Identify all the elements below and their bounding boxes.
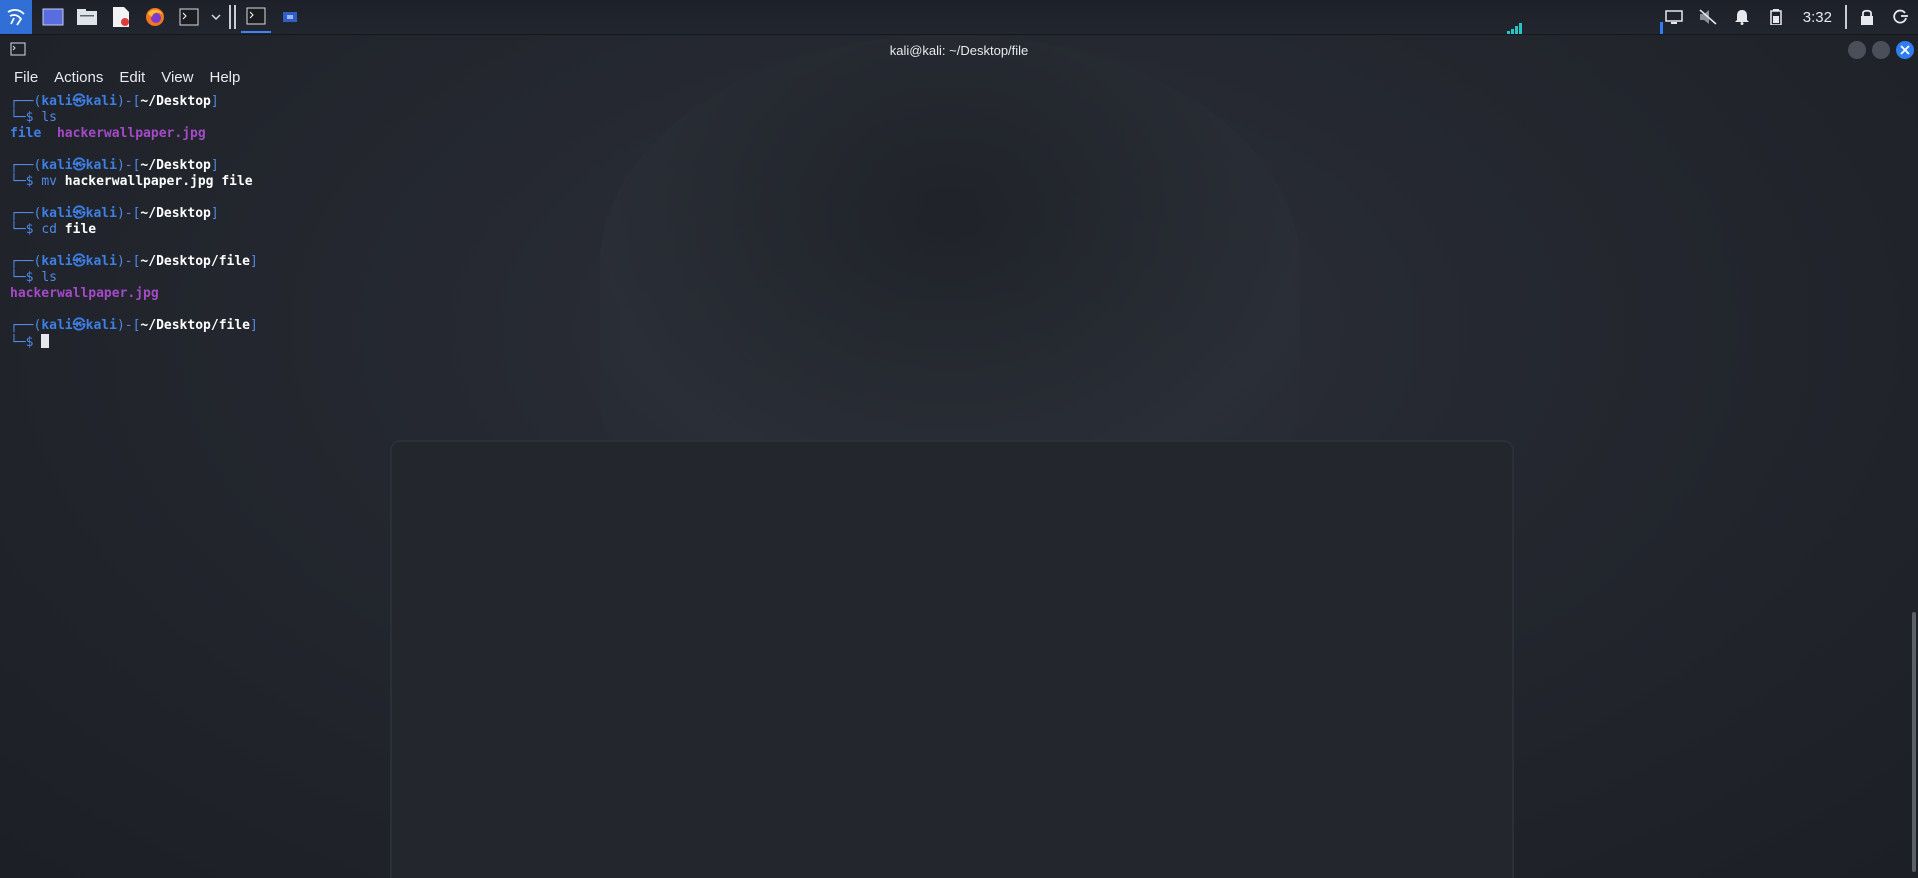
prompt-frame: ] bbox=[250, 254, 258, 269]
power-icon[interactable] bbox=[1884, 0, 1918, 34]
prompt-frame: )-[ bbox=[116, 254, 141, 269]
file-entry: hackerwallpaper.jpg bbox=[10, 286, 159, 301]
lock-icon[interactable] bbox=[1850, 0, 1884, 34]
menu-help[interactable]: Help bbox=[209, 69, 240, 86]
file-entry: hackerwallpaper.jpg bbox=[56, 126, 206, 141]
minimize-button[interactable] bbox=[1848, 41, 1866, 59]
prompt-frame: )-[ bbox=[116, 206, 141, 221]
prompt-path: ~/Desktop bbox=[140, 206, 211, 221]
workspace-task-icon[interactable] bbox=[275, 2, 305, 32]
command-args: file bbox=[56, 222, 97, 237]
command-name: ls bbox=[41, 110, 57, 125]
prompt-symbol: └─$ bbox=[10, 174, 42, 189]
command-line: └─$ mv hackerwallpaper.jpg file bbox=[10, 174, 1890, 190]
command-name: cd bbox=[41, 222, 57, 237]
prompt-symbol: └─$ bbox=[10, 270, 42, 285]
prompt-symbol: └─$ bbox=[10, 335, 42, 350]
menu-bar: File Actions Edit View Help bbox=[0, 65, 248, 89]
menu-file[interactable]: File bbox=[14, 69, 38, 86]
text-cursor bbox=[41, 334, 50, 348]
system-tray: 3:32 bbox=[1657, 0, 1918, 34]
terminal-task-icon[interactable] bbox=[241, 1, 271, 33]
terminal-scrollbar[interactable] bbox=[1912, 612, 1916, 872]
prompt-path: ~/Desktop/file bbox=[140, 318, 250, 333]
terminal-output[interactable]: ┌──(kali㉿kali)-[~/Desktop] └─$ ls file hac… bbox=[10, 94, 1890, 350]
prompt-frame: ┌──( bbox=[10, 318, 42, 333]
prompt-user-host: kali㉿kali bbox=[41, 94, 117, 109]
command-name: mv bbox=[41, 174, 57, 189]
prompt-symbol: └─$ bbox=[10, 222, 42, 237]
top-panel: 3:32 bbox=[0, 0, 1918, 35]
prompt-path: ~/Desktop bbox=[140, 158, 211, 173]
bell-icon[interactable] bbox=[1725, 0, 1759, 34]
menu-view[interactable]: View bbox=[161, 69, 193, 86]
panel-separator bbox=[1845, 5, 1847, 29]
menu-actions[interactable]: Actions bbox=[54, 69, 103, 86]
command-name: ls bbox=[41, 270, 57, 285]
prompt-line: ┌──(kali㉿kali)-[~/Desktop/file] bbox=[10, 318, 1890, 334]
volume-muted-icon[interactable] bbox=[1691, 0, 1725, 34]
terminal-icon[interactable] bbox=[174, 2, 204, 32]
window-title: kali@kali: ~/Desktop/file bbox=[889, 42, 1029, 58]
prompt-frame: ] bbox=[210, 158, 219, 173]
command-line: └─$ cd file bbox=[10, 222, 1890, 238]
prompt-path: ~/Desktop/file bbox=[140, 254, 250, 269]
kali-menu-icon[interactable] bbox=[0, 0, 32, 34]
prompt-frame: ] bbox=[210, 94, 219, 109]
prompt-line: ┌──(kali㉿kali)-[~/Desktop] bbox=[10, 94, 1890, 110]
command-args: hackerwallpaper.jpg file bbox=[56, 174, 253, 189]
prompt-user-host: kali㉿kali bbox=[41, 206, 117, 221]
prompt-frame: ] bbox=[250, 318, 258, 333]
text-editor-icon[interactable] bbox=[106, 2, 136, 32]
display-icon[interactable] bbox=[1657, 0, 1691, 34]
battery-icon[interactable] bbox=[1759, 0, 1793, 34]
firefox-icon[interactable] bbox=[140, 2, 170, 32]
file-manager-icon[interactable] bbox=[72, 2, 102, 32]
prompt-user-host: kali㉿kali bbox=[41, 318, 117, 333]
prompt-symbol: └─$ bbox=[10, 110, 42, 125]
prompt-line: ┌──(kali㉿kali)-[~/Desktop] bbox=[10, 158, 1890, 174]
cpu-graph bbox=[1507, 22, 1663, 34]
prompt-frame: ┌──( bbox=[10, 254, 42, 269]
panel-separator bbox=[234, 5, 236, 29]
panel-launchers bbox=[0, 0, 307, 34]
command-output: file hackerwallpaper.jpg bbox=[10, 126, 1890, 142]
prompt-frame: ┌──( bbox=[10, 94, 42, 109]
command-line: └─$ ls bbox=[10, 270, 1890, 286]
menu-edit[interactable]: Edit bbox=[119, 69, 145, 86]
clock[interactable]: 3:32 bbox=[1793, 9, 1842, 26]
prompt-frame: ┌──( bbox=[10, 206, 42, 221]
command-line: └─$ bbox=[10, 334, 1890, 350]
prompt-frame: )-[ bbox=[116, 318, 141, 333]
prompt-line: ┌──(kali㉿kali)-[~/Desktop/file] bbox=[10, 254, 1890, 270]
window-controls bbox=[1848, 41, 1914, 59]
close-button[interactable] bbox=[1896, 41, 1914, 59]
prompt-user-host: kali㉿kali bbox=[41, 254, 117, 269]
terminal-window-icon bbox=[10, 42, 26, 59]
command-line: └─$ ls bbox=[10, 110, 1890, 126]
show-desktop-icon[interactable] bbox=[38, 2, 68, 32]
prompt-line: ┌──(kali㉿kali)-[~/Desktop] bbox=[10, 206, 1890, 222]
prompt-path: ~/Desktop bbox=[140, 94, 211, 109]
directory-entry: file bbox=[10, 126, 42, 141]
prompt-user-host: kali㉿kali bbox=[41, 158, 117, 173]
window-titlebar[interactable]: kali@kali: ~/Desktop/file bbox=[0, 35, 1918, 65]
wallpaper-laptop-shape bbox=[390, 440, 1514, 878]
panel-separator bbox=[229, 5, 231, 29]
prompt-frame: ┌──( bbox=[10, 158, 42, 173]
prompt-frame: ] bbox=[210, 206, 219, 221]
chevron-down-icon[interactable] bbox=[208, 2, 224, 32]
maximize-button[interactable] bbox=[1872, 41, 1890, 59]
prompt-frame: )-[ bbox=[116, 94, 141, 109]
prompt-frame: )-[ bbox=[116, 158, 141, 173]
command-output: hackerwallpaper.jpg bbox=[10, 286, 1890, 302]
